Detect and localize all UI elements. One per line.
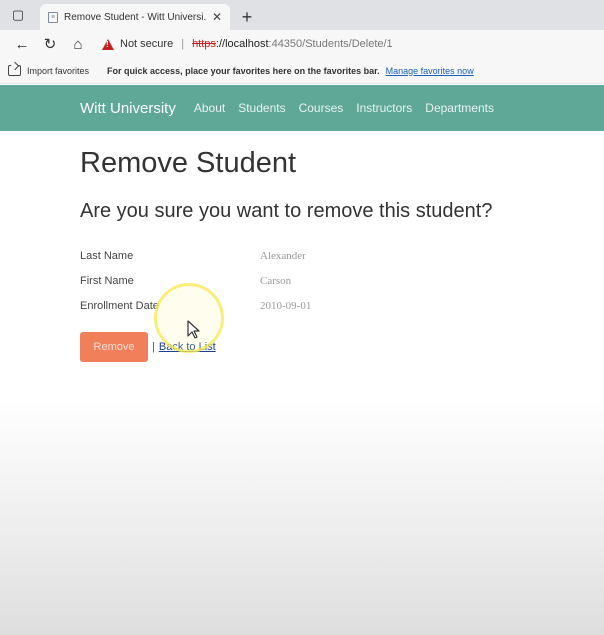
import-favorites-link[interactable]: Import favorites: [27, 66, 89, 76]
refresh-icon[interactable]: ↻: [36, 32, 64, 56]
last-name-label: Last Name: [80, 249, 134, 262]
url-field[interactable]: Not secure | https ://localhost :44350/S…: [102, 38, 393, 50]
confirmation-question: Are you sure you want to remove this stu…: [80, 199, 493, 222]
browser-tab[interactable]: ≡ Remove Student - Witt Universi... ✕: [40, 4, 230, 30]
favorites-hint: For quick access, place your favorites h…: [107, 65, 380, 76]
url-host: ://localhost: [215, 38, 269, 50]
first-name-label: First Name: [80, 274, 134, 287]
not-secure-label[interactable]: Not secure: [120, 38, 173, 50]
import-favorites-icon[interactable]: [8, 65, 21, 76]
form-actions: Remove | Back to List: [80, 331, 580, 362]
manage-favorites-link[interactable]: Manage favorites now: [386, 66, 474, 76]
site-navbar: Witt University About Students Courses I…: [0, 85, 604, 131]
student-details: Last Name Alexander First Name Carson En…: [80, 250, 580, 312]
nav-link-instructors[interactable]: Instructors: [356, 101, 412, 115]
browser-tab-strip: ▢ ≡ Remove Student - Witt Universi... ✕ …: [0, 0, 604, 30]
warning-icon: [102, 38, 114, 50]
bottom-fade-overlay: [0, 400, 604, 635]
nav-link-about[interactable]: About: [194, 101, 225, 115]
url-path: :44350/Students/Delete/1: [268, 38, 393, 50]
first-name-value: Carson: [260, 274, 292, 287]
url-divider: |: [181, 38, 185, 50]
page-title: Remove Student: [80, 147, 297, 179]
nav-link-departments[interactable]: Departments: [425, 101, 494, 115]
back-arrow-icon[interactable]: ←: [8, 32, 36, 56]
nav-link-students[interactable]: Students: [238, 101, 285, 115]
remove-button[interactable]: Remove: [80, 331, 148, 362]
page-favicon-icon: ≡: [48, 11, 58, 23]
new-tab-icon[interactable]: +: [234, 4, 260, 30]
nav-link-courses[interactable]: Courses: [299, 101, 344, 115]
main-content: Remove Student Are you sure you want to …: [80, 147, 580, 362]
site-brand[interactable]: Witt University: [80, 100, 176, 117]
address-bar: ← ↻ ⌂ Not secure | https ://localhost :4…: [0, 30, 604, 58]
action-separator: |: [152, 340, 155, 353]
mouse-pointer-icon: [187, 320, 200, 339]
last-name-value: Alexander: [260, 249, 306, 262]
tab-title: Remove Student - Witt Universi...: [64, 11, 206, 23]
home-icon[interactable]: ⌂: [64, 32, 92, 56]
enrollment-date-value: 2010-09-01: [260, 299, 312, 312]
close-tab-icon[interactable]: ✕: [212, 10, 222, 24]
url-scheme: https: [192, 38, 216, 50]
cursor-highlight: [154, 283, 224, 353]
favorites-bar: Import favorites For quick access, place…: [0, 58, 604, 84]
tab-actions-icon[interactable]: ▢: [0, 0, 36, 30]
